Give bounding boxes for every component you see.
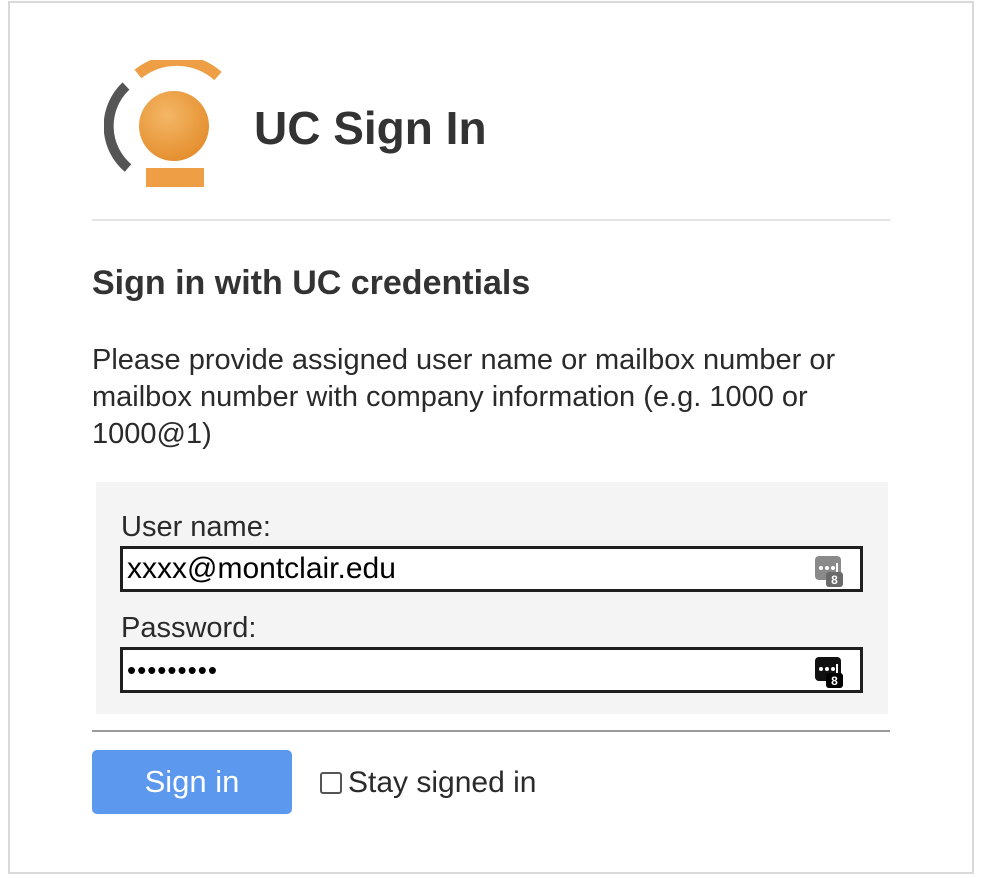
sign-in-button[interactable]: Sign in (92, 750, 292, 814)
password-label: Password: (121, 612, 257, 644)
form-heading: Sign in with UC credentials (92, 264, 531, 302)
header-divider (92, 219, 890, 221)
svg-text:8: 8 (831, 573, 838, 587)
stay-signed-in-option[interactable]: Stay signed in (320, 764, 536, 802)
username-input[interactable] (127, 549, 807, 589)
svg-text:8: 8 (831, 674, 838, 688)
username-label: User name: (121, 511, 271, 543)
username-field-box: 8 (120, 546, 863, 592)
password-manager-icon[interactable]: 8 (814, 554, 844, 588)
sign-in-instructions: Please provide assigned user name or mai… (92, 344, 836, 450)
form-divider (92, 730, 890, 732)
password-input[interactable] (127, 650, 807, 690)
stay-signed-in-checkbox[interactable] (320, 772, 342, 794)
password-manager-icon[interactable]: 8 (814, 655, 844, 689)
password-field-box: 8 (120, 647, 863, 693)
app-title: UC Sign In (254, 102, 487, 154)
uc-logo-icon (104, 60, 222, 187)
stay-signed-in-label[interactable]: Stay signed in (348, 764, 536, 802)
